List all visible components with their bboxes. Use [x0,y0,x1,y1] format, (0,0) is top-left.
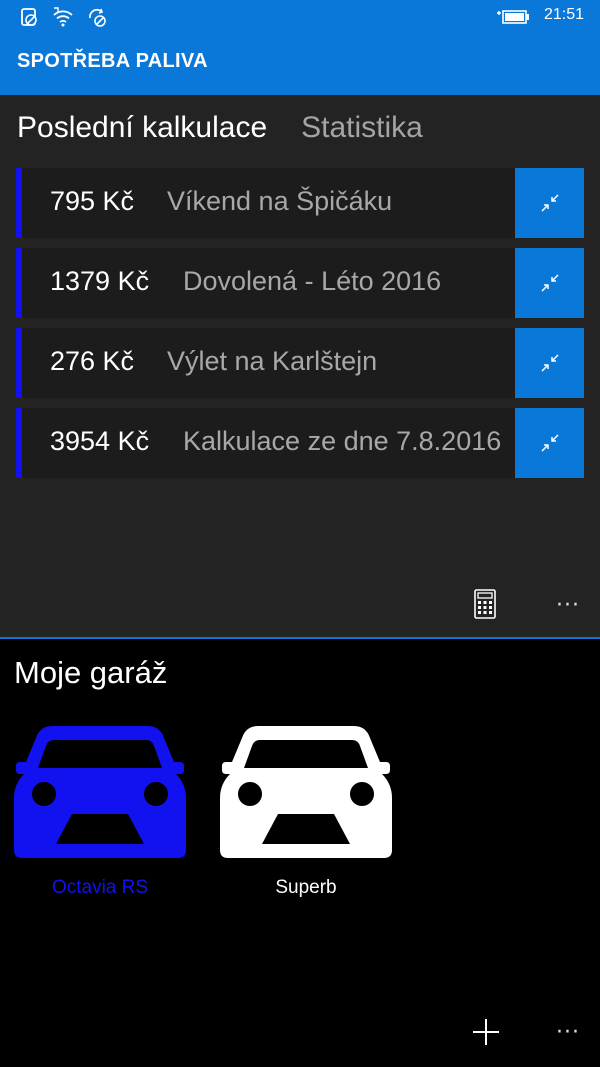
calculation-name: Kalkulace ze dne 7.8.2016 [183,426,502,456]
calculation-item[interactable]: 1379 Kč Dovolená - Léto 2016 [16,248,584,318]
car-tile-octavia[interactable]: Octavia RS [14,720,186,899]
collapse-arrows-icon [540,354,559,372]
calculation-item-body[interactable]: 3954 Kč Kalkulace ze dne 7.8.2016 [22,408,515,478]
calculator-icon[interactable] [474,589,496,619]
sim-off-icon [21,8,37,26]
collapse-button[interactable] [515,328,584,398]
calculation-item[interactable]: 3954 Kč Kalkulace ze dne 7.8.2016 [16,408,584,478]
calculation-name: Výlet na Karlštejn [167,346,378,376]
wifi-icon [53,7,73,27]
collapse-arrows-icon [540,194,559,212]
calculation-price: 1379 Kč [50,266,150,296]
tab-statistics[interactable]: Statistika [301,111,423,145]
garage-title: Moje garáž [14,655,168,690]
status-clock: 21:51 [543,6,584,23]
collapse-arrows-icon [540,434,559,452]
more-options-button[interactable]: ··· [556,593,580,618]
app-title: SPOTŘEBA PALIVA [17,50,208,72]
app-header: SPOTŘEBA PALIVA [0,35,600,95]
calculation-price: 3954 Kč [50,426,150,456]
car-tile-superb[interactable]: Superb [220,720,392,899]
car-icon [220,726,392,858]
calculation-item[interactable]: 276 Kč Výlet na Karlštejn [16,328,584,398]
car-label: Octavia RS [51,877,149,898]
battery-charging-icon [497,10,529,24]
collapse-button[interactable] [515,408,584,478]
calculation-item-body[interactable]: 276 Kč Výlet na Karlštejn [22,328,515,398]
collapse-arrows-icon [540,274,559,292]
car-label: Superb [275,877,337,898]
collapse-button[interactable] [515,248,584,318]
calculation-name: Víkend na Špičáku [167,186,393,216]
collapse-button[interactable] [515,168,584,238]
car-icon [14,726,186,858]
status-bar: 21:51 [0,0,600,35]
tab-recent-calculations[interactable]: Poslední kalkulace [17,111,267,145]
calculation-item-body[interactable]: 1379 Kč Dovolená - Léto 2016 [22,248,515,318]
calculation-item[interactable]: 795 Kč Víkend na Špičáku [16,168,584,238]
calculations-panel: Poslední kalkulace Statistika 795 Kč Vík… [0,95,600,638]
calculation-name: Dovolená - Léto 2016 [183,266,442,296]
sync-off-icon [89,8,106,27]
plus-icon[interactable] [472,1018,500,1046]
calculation-item-body[interactable]: 795 Kč Víkend na Špičáku [22,168,515,238]
section-divider [0,637,600,639]
calculation-price: 276 Kč [50,346,135,376]
more-options-button[interactable]: ··· [556,1020,580,1045]
calculation-price: 795 Kč [50,186,135,216]
pivot-tabs: Poslední kalkulace Statistika [17,111,423,145]
